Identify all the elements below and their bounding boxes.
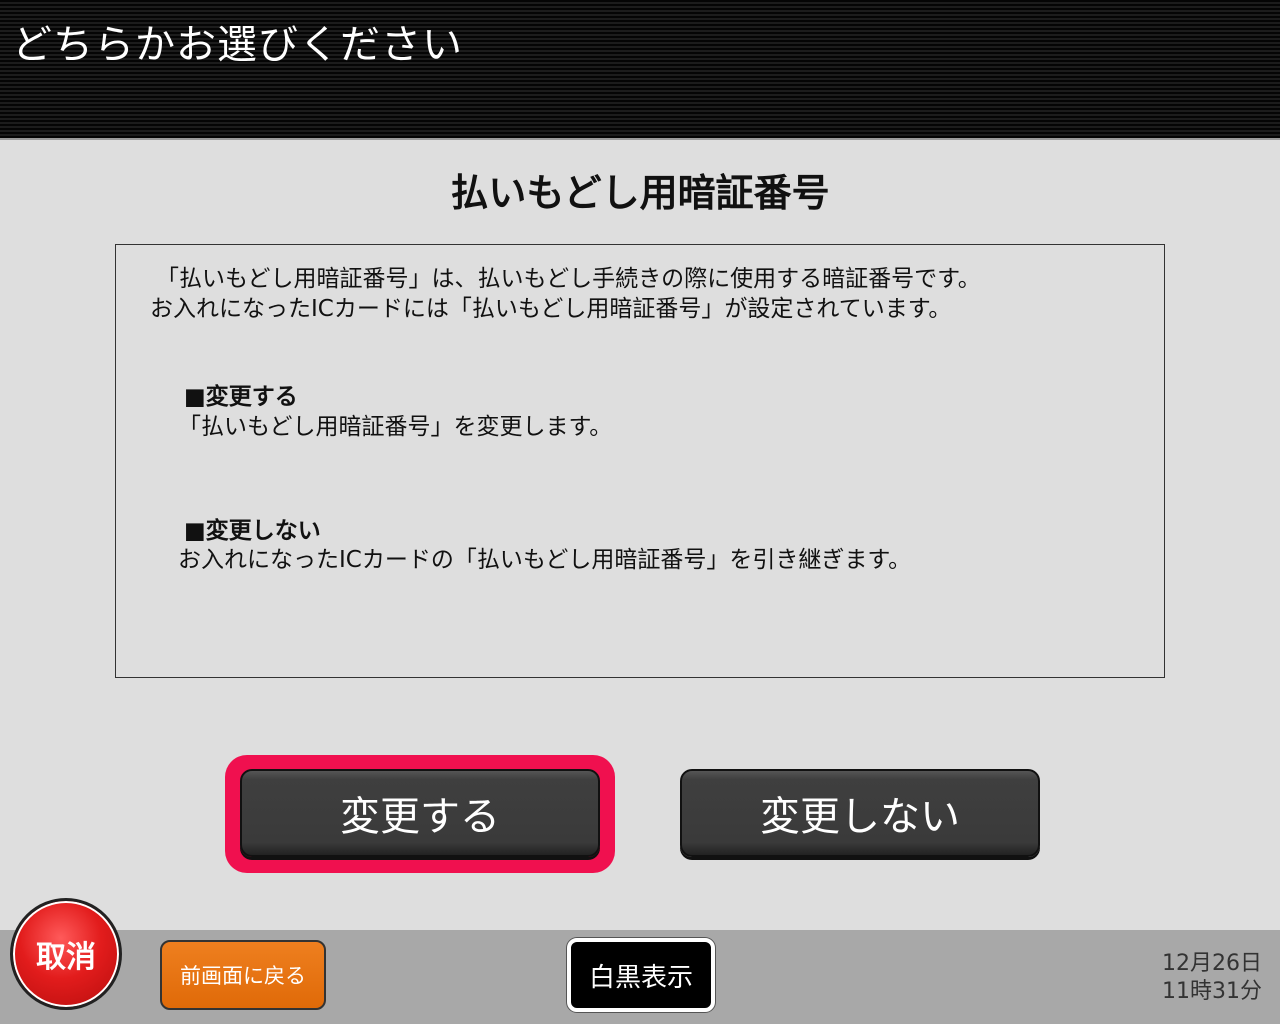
change-description: 「払いもどし用暗証番号」を変更します。 (178, 414, 613, 440)
change-heading: ■変更する (184, 384, 298, 410)
cancel-button[interactable]: 取消 (10, 898, 122, 1010)
keep-description: お入れになったICカードの「払いもどし用暗証番号」を引き継ぎます。 (178, 547, 912, 573)
info-panel: 「払いもどし用暗証番号」は、払いもどし手続きの際に使用する暗証番号です。 お入れ… (115, 244, 1165, 678)
time-text: 11時31分 (1162, 979, 1262, 1004)
page-title: 払いもどし用暗証番号 (450, 171, 830, 215)
keep-button[interactable]: 変更しない (680, 769, 1040, 857)
back-button[interactable]: 前画面に戻る (160, 940, 326, 1010)
date-text: 12月26日 (1162, 951, 1262, 976)
info-line-2: お入れになったICカードには「払いもどし用暗証番号」が設定されています。 (150, 296, 952, 322)
change-button[interactable]: 変更する (240, 769, 600, 857)
header-bar: どちらかお選びください (0, 0, 1280, 140)
monochrome-display-button[interactable]: 白黒表示 (567, 938, 715, 1012)
info-line-1: 「払いもどし用暗証番号」は、払いもどし手続きの際に使用する暗証番号です。 (156, 266, 981, 292)
header-title: どちらかお選びください (12, 22, 463, 68)
datetime-display: 12月26日 11時31分 (1162, 950, 1262, 1006)
